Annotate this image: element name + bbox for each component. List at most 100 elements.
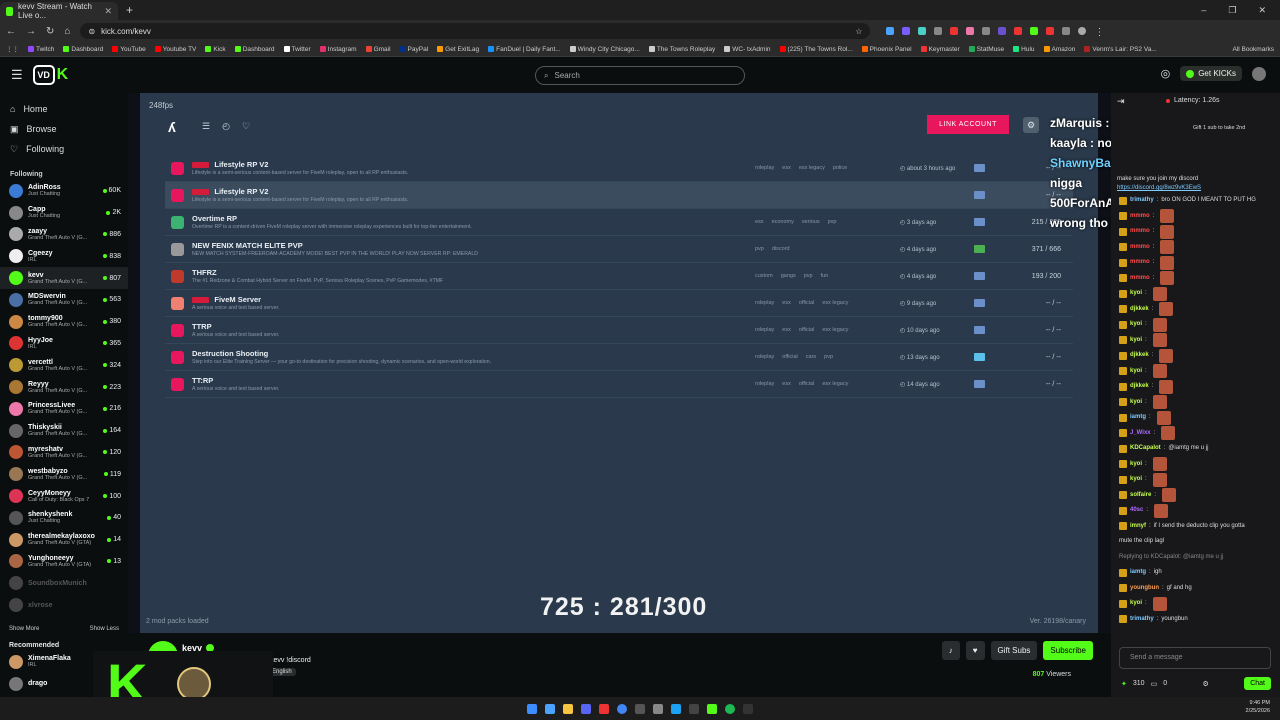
taskbar-app-icon[interactable] <box>635 703 645 714</box>
bookmark-item[interactable]: PayPal <box>399 46 428 53</box>
bookmark-item[interactable]: Venm's Lair: PS2 Va... <box>1084 46 1157 53</box>
chat-username[interactable]: mmmo <box>1130 224 1150 240</box>
bookmark-item[interactable]: Kick <box>205 46 226 53</box>
bookmark-item[interactable]: Amazon <box>1043 46 1075 53</box>
sidebar-channel[interactable]: therealmekaylaxoxo Grand Theft Auto V (GT… <box>0 529 128 551</box>
discord-icon[interactable] <box>581 703 591 714</box>
chat-username[interactable]: kyoi <box>1130 364 1142 380</box>
sidebar-channel[interactable]: westbabyzo Grand Theft Auto V (G... 119 <box>0 463 128 485</box>
start-icon[interactable] <box>527 703 537 714</box>
extensions-puzzle-icon[interactable] <box>1062 27 1071 35</box>
extension-icon[interactable] <box>998 27 1007 35</box>
system-clock[interactable]: 9:46 PM 2/25/2026 <box>1246 699 1270 715</box>
chat-username[interactable]: kyoi <box>1130 472 1142 488</box>
chat-username[interactable]: kyoi <box>1130 596 1142 612</box>
get-kicks-button[interactable]: Get KICKs <box>1180 66 1242 81</box>
bookmark-star-icon[interactable]: ☆ <box>855 27 862 36</box>
bookmark-item[interactable]: Twitter <box>283 46 311 53</box>
nav-browse[interactable]: ▣ Browse <box>10 119 118 139</box>
chrome-icon[interactable] <box>617 703 627 714</box>
chat-username[interactable]: trimathy <box>1130 193 1154 209</box>
site-info-icon[interactable]: ⊜ <box>88 27 95 36</box>
sidebar-channel[interactable]: zaayy Grand Theft Auto V (G... 886 <box>0 224 128 246</box>
bookmark-item[interactable]: Twitch <box>28 46 54 53</box>
sidebar-channel[interactable]: PrincessLivee Grand Theft Auto V (G... 216 <box>0 398 128 420</box>
extension-icon[interactable] <box>902 27 911 35</box>
close-tab-icon[interactable]: ✕ <box>104 6 112 17</box>
sidebar-channel[interactable]: SoundboxMunich <box>0 572 128 594</box>
chat-username[interactable]: 40sc <box>1130 503 1143 519</box>
chat-username[interactable]: KDCapalot <box>1130 441 1161 457</box>
bookmark-item[interactable]: StatMuse <box>968 46 1004 53</box>
chat-settings-icon[interactable]: ⚙ <box>1203 680 1209 688</box>
taskbar-app-icon[interactable] <box>671 703 681 714</box>
back-icon[interactable]: ← <box>6 26 16 37</box>
bookmark-item[interactable]: (225) The Towns Rol... <box>779 46 853 53</box>
extension-icon[interactable] <box>966 27 975 35</box>
extension-icon[interactable] <box>1046 27 1055 35</box>
server-row[interactable]: THFRZ The #1 Redzone & Combat Hybrid Serv… <box>165 263 1073 290</box>
nav-following[interactable]: ♡ Following <box>10 139 118 159</box>
bookmark-item[interactable]: Dashboard <box>63 46 103 53</box>
chat-username[interactable]: kyoi <box>1130 286 1142 302</box>
kick-logo[interactable]: VD K <box>32 64 85 86</box>
server-row[interactable]: . Lifestyle RP V2 Lifestyle is a semi-seri… <box>165 155 1073 182</box>
server-row[interactable]: TT:RP A serious voice and text based serv… <box>165 371 1073 398</box>
taskbar-app-icon[interactable] <box>689 703 699 714</box>
menu-icon[interactable]: ☰ <box>11 67 23 83</box>
user-avatar[interactable] <box>1252 66 1266 81</box>
chat-username[interactable]: trimathy <box>1130 612 1154 628</box>
show-less-button[interactable]: Show Less <box>90 626 119 632</box>
chat-username[interactable]: youngbun <box>1130 581 1159 597</box>
history-icon[interactable]: ◴ <box>222 121 230 132</box>
reload-icon[interactable]: ↻ <box>46 26 54 37</box>
chat-username[interactable]: kyoi <box>1130 457 1142 473</box>
server-row[interactable]: Overtime RP Overtime RP is a content-driv… <box>165 209 1073 236</box>
chat-username[interactable]: mmmo <box>1130 271 1150 287</box>
file-explorer-icon[interactable] <box>563 703 573 714</box>
chat-username[interactable]: solfaire <box>1130 488 1151 504</box>
sidebar-channel[interactable]: MDSwervin Grand Theft Auto V (G... 563 <box>0 289 128 311</box>
notify-bell-button[interactable]: ♪ <box>941 641 960 660</box>
bookmark-item[interactable]: WC- txAdmin <box>724 46 771 53</box>
extension-icon[interactable] <box>1030 27 1039 35</box>
sidebar-channel[interactable]: Capp Just Chatting 2K <box>0 202 128 224</box>
collapse-chat-icon[interactable]: ⇥ <box>1117 96 1125 107</box>
chat-username[interactable]: djkkek <box>1130 302 1149 318</box>
nav-home[interactable]: ⌂ Home <box>10 99 118 119</box>
url-field[interactable]: ⊜ kick.com/kevv ☆ <box>80 23 871 39</box>
notifications-icon[interactable]: ◎ <box>1161 67 1171 80</box>
sidebar-channel[interactable]: Yunghoneeyy Grand Theft Auto V (GTA) 13 <box>0 551 128 573</box>
chat-username[interactable]: djkkek <box>1130 379 1149 395</box>
bookmark-item[interactable]: YouTube <box>112 46 146 53</box>
taskbar-app-icon[interactable] <box>653 703 663 714</box>
list-icon[interactable]: ☰ <box>202 121 210 132</box>
maximize-button[interactable]: ❐ <box>1228 5 1236 16</box>
chat-username[interactable]: mmmo <box>1130 209 1150 225</box>
all-bookmarks[interactable]: All Bookmarks <box>1232 46 1274 53</box>
taskbar-app-icon[interactable] <box>599 703 609 714</box>
channel-points[interactable]: 310 <box>1133 680 1145 687</box>
chat-username[interactable]: kyoi <box>1130 333 1142 349</box>
extension-icon[interactable] <box>950 27 959 35</box>
extension-icon[interactable] <box>886 27 895 35</box>
profile-avatar-icon[interactable] <box>1078 27 1087 35</box>
chat-username[interactable]: djkkek <box>1130 348 1149 364</box>
video-player[interactable]: 248fps ʎ ☰ ◴ ♡ LINK ACCOUNT ⚙ . Lifestyle R… <box>128 93 1111 633</box>
apps-grid-icon[interactable]: ⋮⋮ <box>6 45 19 53</box>
server-row[interactable]: Destruction Shooting Step into our Elite … <box>165 344 1073 371</box>
show-more-button[interactable]: Show More <box>9 626 39 632</box>
chat-username[interactable]: imnyf <box>1130 519 1146 535</box>
chat-username[interactable]: kyoi <box>1130 317 1142 333</box>
chat-input[interactable]: Send a message <box>1119 647 1271 669</box>
close-window-button[interactable]: ✕ <box>1258 5 1266 16</box>
browser-tab[interactable]: kevv Stream - Watch Live o... ✕ <box>0 2 118 20</box>
bookmark-item[interactable]: Hulu <box>1013 46 1035 53</box>
sidebar-channel[interactable]: tommy900 Grand Theft Auto V (G... 380 <box>0 311 128 333</box>
search-input[interactable]: ⌕ Search <box>535 66 745 85</box>
chat-username[interactable]: iamtg <box>1130 565 1146 581</box>
browser-menu-icon[interactable]: ⋮ <box>1094 27 1104 38</box>
favorites-icon[interactable]: ♡ <box>242 121 250 132</box>
sidebar-channel[interactable]: Reyyy Grand Theft Auto V (G... 223 <box>0 376 128 398</box>
bookmark-item[interactable]: Keymaster <box>920 46 960 53</box>
